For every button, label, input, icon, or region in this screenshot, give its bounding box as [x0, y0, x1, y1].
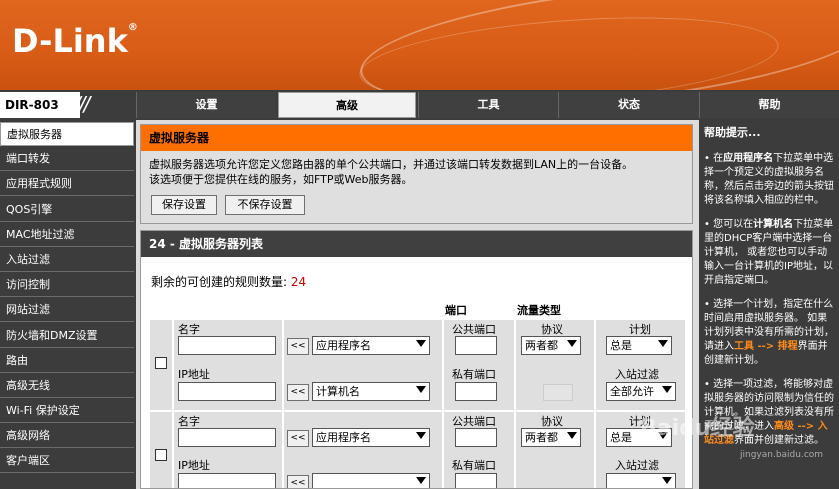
sidebar-item-application-rules[interactable]: 应用程式规则	[0, 172, 134, 196]
sidebar-item-qos-engine[interactable]: QOS引擎	[0, 198, 134, 222]
panel-description: 虚拟服务器选项允许您定义您路由器的单个公共端口，并通过该端口转发数据到LAN上的…	[141, 151, 692, 187]
sidebar-item-routing[interactable]: 路由	[0, 349, 134, 373]
row-1-protocol-label: 协议	[541, 323, 563, 336]
row-1-app-select[interactable]: 应用程序名	[312, 336, 430, 355]
row-1-traffic-disabled-field	[543, 384, 573, 401]
chevron-down-icon	[416, 432, 426, 439]
sidebar-item-mac-filter[interactable]: MAC地址过滤	[0, 223, 134, 247]
sidebar-item-inbound-filter[interactable]: 入站过滤	[0, 248, 134, 272]
save-settings-button[interactable]: 保存设置	[151, 195, 217, 215]
baidu-watermark-url: jingyan.baidu.com	[740, 450, 824, 460]
remaining-rules-count: 24	[290, 275, 307, 289]
row-1-enable-checkbox[interactable]	[155, 357, 167, 369]
row-2-name-input[interactable]	[178, 428, 276, 447]
help-title: 帮助提示...	[704, 126, 761, 139]
sidebar-item-firewall-dmz[interactable]: 防火墙和DMZ设置	[0, 324, 134, 348]
remaining-rules-label: 剩余的可创建的规则数量:	[151, 275, 288, 289]
row-2-protocol-value: 两者都	[525, 431, 558, 444]
row-1-schedule-label: 计划	[629, 323, 651, 336]
row-1-public-port-input[interactable]	[455, 336, 497, 355]
row-1-ip-input[interactable]	[178, 382, 276, 401]
help-tip-3: • 选择一个计划，指定在什么时间启用虚拟服务器。 如果计划列表中没有所需的计划，…	[704, 299, 834, 366]
row-2-protocol-select[interactable]: 两者都	[521, 428, 581, 447]
panel-desc-line-1: 虚拟服务器选项允许您定义您路由器的单个公共端口，并通过该端口转发数据到LAN上的…	[149, 158, 634, 171]
row-1-computer-arrow-button[interactable]: <<	[287, 384, 309, 401]
sidebar-item-website-filter[interactable]: 网站过滤	[0, 298, 134, 322]
model-slashes: ///	[74, 92, 90, 116]
sidebar-item-access-control[interactable]: 访问控制	[0, 273, 134, 297]
row-1-computer-select-value: 计算机名	[316, 385, 360, 398]
remaining-rules: 剩余的可创建的规则数量: 24	[151, 273, 306, 290]
row-1-private-port-label: 私有端口	[452, 368, 496, 381]
sidebar-item-advanced-network[interactable]: 高级网络	[0, 424, 134, 448]
header-banner: D-Link®	[0, 0, 839, 90]
dont-save-settings-button[interactable]: 不保存设置	[225, 195, 305, 215]
row-2-computer-arrow-button[interactable]: <<	[287, 475, 309, 488]
panel-title: 虚拟服务器	[141, 125, 692, 151]
column-traffic-type: 流量类型	[517, 304, 561, 317]
row-2-name-label: 名字	[178, 415, 200, 428]
row-2-app-select[interactable]: 应用程序名	[312, 428, 430, 447]
row-1-inbound-label: 入站过滤	[615, 368, 659, 381]
chevron-down-icon	[662, 477, 672, 484]
column-port: 端口	[445, 304, 467, 317]
row-2-ip-input[interactable]	[178, 473, 276, 488]
row-1-name-input[interactable]	[178, 336, 276, 355]
row-2-computer-select[interactable]	[312, 473, 430, 488]
row-1-private-port-input[interactable]	[455, 382, 497, 401]
row-1-app-select-value: 应用程序名	[316, 339, 371, 352]
row-2-protocol-label: 协议	[541, 415, 563, 428]
sidebar-item-guest-zone[interactable]: 客户端区	[0, 449, 134, 473]
row-1-schedule-select[interactable]: 总是	[606, 336, 672, 355]
sidebar-item-virtual-server[interactable]: 虚拟服务器	[0, 122, 134, 146]
tab-setup[interactable]: 设置	[136, 92, 276, 118]
row-2-schedule-value: 总是	[610, 431, 632, 444]
row-2-private-port-input[interactable]	[455, 473, 497, 488]
help-link-schedules[interactable]: 工具 --> 排程	[734, 341, 798, 352]
row-2-app-select-value: 应用程序名	[316, 431, 371, 444]
virtual-server-list: 24 - 虚拟服务器列表 剩余的可创建的规则数量: 24 端口 流量类型 名字 …	[140, 230, 693, 489]
row-2-private-port-label: 私有端口	[452, 459, 496, 472]
row-1-app-arrow-button[interactable]: <<	[287, 338, 309, 355]
sidebar-item-advanced-wireless[interactable]: 高级无线	[0, 374, 134, 398]
chevron-down-icon	[658, 340, 668, 347]
row-2-app-arrow-button[interactable]: <<	[287, 430, 309, 447]
row-2-ip-label: IP地址	[178, 459, 210, 472]
tab-help[interactable]: 帮助	[699, 92, 839, 118]
chevron-down-icon	[416, 340, 426, 347]
row-2-inbound-label: 入站过滤	[615, 459, 659, 472]
dlink-logo: D-Link®	[12, 22, 138, 60]
row-1-computer-select[interactable]: 计算机名	[312, 382, 430, 401]
chevron-down-icon	[662, 386, 672, 393]
virtual-server-panel: 虚拟服务器 虚拟服务器选项允许您定义您路由器的单个公共端口，并通过该端口转发数据…	[140, 124, 693, 224]
chevron-down-icon	[567, 340, 577, 347]
chevron-down-icon	[416, 477, 426, 484]
tab-status[interactable]: 状态	[558, 92, 699, 118]
panel-desc-line-2: 该选项便于您提供在线的服务，如FTP或Web服务器。	[149, 173, 413, 186]
row-1-ip-label: IP地址	[178, 368, 210, 381]
help-tip-1: • 在应用程序名下拉菜单中选择一个预定义的虚拟服务名称，然后点击旁边的箭头按钮将…	[704, 153, 834, 206]
sidebar-item-wps[interactable]: Wi-Fi 保护设定	[0, 399, 134, 423]
chevron-down-icon	[416, 386, 426, 393]
tab-tools[interactable]: 工具	[418, 92, 558, 118]
tab-advanced[interactable]: 高级	[278, 92, 416, 118]
row-1-protocol-value: 两者都	[525, 339, 558, 352]
row-2-inbound-select[interactable]	[606, 473, 676, 488]
help-tip-2: • 您可以在计算机名下拉菜单里的DHCP客户端中选择一台计算机， 或者您也可以手…	[704, 219, 834, 286]
sidebar-item-port-forwarding[interactable]: 端口转发	[0, 147, 134, 171]
sidebar: 虚拟服务器 端口转发 应用程式规则 QOS引擎 MAC地址过滤 入站过滤 访问控…	[0, 120, 136, 489]
row-1-public-port-label: 公共端口	[452, 323, 496, 336]
row-2-public-port-input[interactable]	[455, 428, 497, 447]
list-title: 24 - 虚拟服务器列表	[141, 231, 692, 257]
chevron-down-icon	[567, 432, 577, 439]
main-content: 虚拟服务器 虚拟服务器选项允许您定义您路由器的单个公共端口，并通过该端口转发数据…	[136, 120, 699, 489]
row-2-public-port-label: 公共端口	[452, 415, 496, 428]
row-1-inbound-value: 全部允许	[610, 385, 654, 398]
row-1-schedule-value: 总是	[610, 339, 632, 352]
row-1-name-label: 名字	[178, 323, 200, 336]
row-1-inbound-select[interactable]: 全部允许	[606, 382, 676, 401]
row-2-enable-checkbox[interactable]	[155, 449, 167, 461]
row-1-protocol-select[interactable]: 两者都	[521, 336, 581, 355]
baidu-watermark: Baidu经验	[640, 416, 755, 441]
